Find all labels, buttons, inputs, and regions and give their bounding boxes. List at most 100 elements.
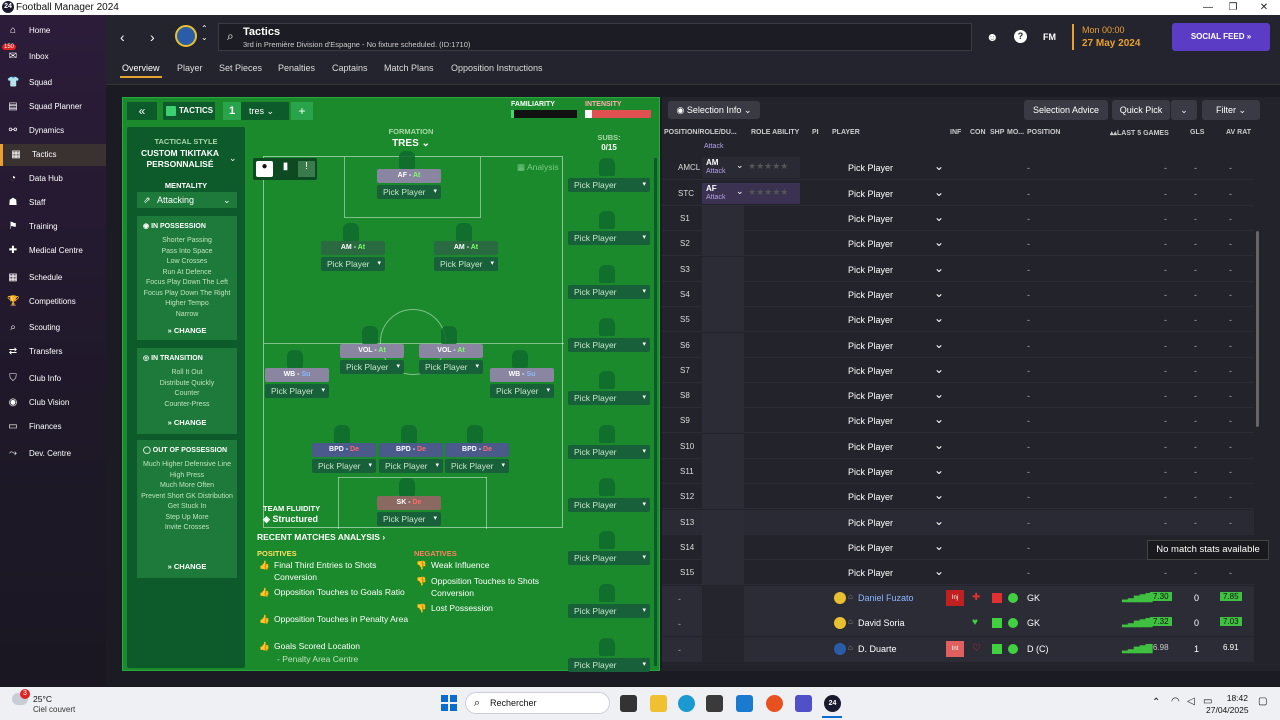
pick-player-dropdown[interactable]: Pick Player	[848, 564, 944, 578]
sidebar-item-medical-centre[interactable]: ✚ Medical Centre	[0, 240, 106, 262]
sub-pick-player-dropdown[interactable]: Pick Player	[568, 337, 650, 352]
role-button-wb[interactable]: WB - Su	[490, 368, 554, 382]
pick-player-dropdown[interactable]: Pick Player	[490, 384, 554, 398]
role-button-vol[interactable]: VOL - At	[340, 344, 404, 358]
table-row[interactable]: S8 Pick Player - - - -	[662, 383, 1254, 409]
sidebar-item-squad-planner[interactable]: ▤ Squad Planner	[0, 96, 106, 118]
clock-date[interactable]: 27/04/2025	[1206, 705, 1249, 715]
sub-pick-player-dropdown[interactable]: Pick Player	[568, 657, 650, 672]
role-button-wb[interactable]: WB - Su	[265, 368, 329, 382]
role-button-am[interactable]: AM - At	[321, 241, 385, 255]
pick-player-dropdown[interactable]: Pick Player	[848, 438, 944, 452]
collapse-button[interactable]: «	[127, 102, 157, 120]
pick-player-dropdown[interactable]: Pick Player	[848, 261, 944, 275]
player-name[interactable]: David Soria	[858, 618, 905, 628]
task-view-icon[interactable]	[620, 695, 637, 712]
player-row[interactable]: - ⌂ Daniel Fuzato Inj ✚ GK ▂▃▅▆▇ 7.30 0 7.85	[662, 585, 1254, 611]
sub-pick-player-dropdown[interactable]: Pick Player	[568, 551, 650, 566]
taskbar-search[interactable]: ⌕ Rechercher	[465, 692, 610, 714]
sidebar-item-data-hub[interactable]: ◔ Data Hub	[0, 168, 106, 190]
role-cell[interactable]: AF Attack ⌄ ★★★★★	[702, 182, 800, 204]
quick-pick-dropdown-icon[interactable]: ⌄	[1171, 100, 1197, 120]
role-cell[interactable]: AM Attack ⌄ ★★★★★	[702, 157, 800, 178]
player-status-tag[interactable]: Inj	[946, 589, 964, 606]
sidebar-item-transfers[interactable]: ⇄ Transfers	[0, 341, 106, 363]
style-dropdown-icon[interactable]: ⌄	[229, 153, 237, 164]
table-row[interactable]: S12 Pick Player - - - -	[662, 484, 1254, 510]
pick-player-dropdown[interactable]: Pick Player	[321, 257, 385, 271]
role-button-am[interactable]: AM - At	[434, 241, 498, 255]
pick-player-dropdown[interactable]: Pick Player	[848, 463, 944, 477]
club-switch-icon[interactable]: ⌃ ⌄	[201, 24, 208, 42]
table-row[interactable]: AMCL AMAttack ⌄ ★★★★★ Pick Player - - - -	[662, 155, 1254, 180]
formation-dropdown[interactable]: TRES ⌄	[369, 138, 453, 149]
sidebar-item-competitions[interactable]: 🏆 Competitions	[0, 291, 106, 313]
table-row[interactable]: S11 Pick Player - - - -	[662, 459, 1254, 484]
in-transition-change[interactable]: » CHANGE	[137, 418, 237, 427]
col-position[interactable]: POSITION	[1027, 129, 1060, 136]
sub-pick-player-dropdown[interactable]: Pick Player	[568, 178, 650, 192]
pick-player-dropdown[interactable]: Pick Player	[445, 459, 509, 473]
social-feed-button[interactable]: SOCIAL FEED »	[1172, 23, 1270, 51]
sidebar-item-schedule[interactable]: ▦ Schedule	[0, 267, 106, 289]
in-transition-box[interactable]: ◎ IN TRANSITION Roll It Out Distribute Qu…	[137, 348, 237, 434]
col-mo[interactable]: MO...	[1007, 129, 1024, 136]
table-row[interactable]: S10 Pick Player - - - -	[662, 433, 1254, 459]
volume-icon[interactable]: ◁	[1187, 696, 1195, 707]
col-shp[interactable]: SHP	[990, 129, 1004, 136]
start-icon[interactable]	[441, 695, 457, 711]
pick-player-dropdown[interactable]: Pick Player	[848, 159, 944, 173]
player-row[interactable]: - ⌂ D. Duarte Int ♡ D (C) ▂▃▅▆▇ 6.98 1 6.91	[662, 636, 1254, 662]
player-row[interactable]: - ⌂ David Soria ♥ GK ▂▃▅▆▇ 7.32 0 7.03	[662, 611, 1254, 636]
pick-player-dropdown[interactable]: Pick Player	[848, 185, 944, 199]
selection-advice-button[interactable]: Selection Advice	[1024, 100, 1108, 120]
file-explorer-icon[interactable]	[650, 695, 667, 712]
tab-opposition-instructions[interactable]: Opposition Instructions	[451, 63, 543, 73]
pick-player-dropdown[interactable]: Pick Player	[340, 360, 404, 374]
table-row[interactable]: S9 Pick Player - - - -	[662, 408, 1254, 434]
role-button-sk[interactable]: SK - De	[377, 496, 441, 510]
forward-arrow-icon[interactable]: ›	[150, 29, 155, 45]
back-arrow-icon[interactable]: ‹	[120, 29, 125, 45]
col-gls[interactable]: GLS	[1190, 129, 1204, 136]
sub-pick-player-dropdown[interactable]: Pick Player	[568, 497, 650, 512]
sidebar-item-tactics[interactable]: ▦ Tactics	[0, 144, 106, 166]
pick-player-dropdown[interactable]: Pick Player	[848, 387, 944, 401]
stats-view-icon[interactable]: ▮	[277, 161, 294, 177]
sidebar-item-club-info[interactable]: ⛉ Club Info	[0, 368, 106, 390]
quick-pick-button[interactable]: Quick Pick	[1112, 100, 1170, 120]
pick-player-dropdown[interactable]: Pick Player	[848, 362, 944, 376]
col-con[interactable]: CON	[970, 129, 986, 136]
role-button-vol[interactable]: VOL - At	[419, 344, 483, 358]
pick-player-dropdown[interactable]: Pick Player	[848, 286, 944, 300]
player-status-tag[interactable]: Int	[946, 640, 964, 657]
tab-overview[interactable]: Overview	[122, 63, 160, 73]
info-view-icon[interactable]: !	[298, 161, 315, 177]
clock-time[interactable]: 18:42	[1220, 693, 1248, 703]
sidebar-item-staff[interactable]: ☗ Staff	[0, 192, 106, 214]
sub-pick-player-dropdown[interactable]: Pick Player	[568, 391, 650, 406]
notification-icon[interactable]: ▢	[1258, 696, 1267, 707]
tab-match-plans[interactable]: Match Plans	[384, 63, 434, 73]
maximize-button[interactable]: ❐	[1219, 0, 1247, 15]
edge-icon[interactable]	[678, 695, 695, 712]
table-row[interactable]: S7 Pick Player - - - -	[662, 357, 1254, 383]
player-view-icon[interactable]: ●	[256, 161, 273, 177]
role-button-af[interactable]: AF - At	[377, 169, 441, 183]
game-date[interactable]: 27 May 2024	[1082, 38, 1140, 49]
intensity-bar[interactable]	[585, 110, 651, 118]
tactic-slot-button[interactable]: 1	[223, 102, 241, 120]
pick-player-dropdown[interactable]: Pick Player	[848, 488, 944, 502]
tactic-name-dropdown[interactable]: tres ⌄	[241, 102, 289, 120]
col-position-role[interactable]: POSITION/ROLE/DU...	[664, 129, 737, 136]
out-of-possession-change[interactable]: » CHANGE	[137, 562, 237, 571]
in-possession-box[interactable]: ◉ IN POSSESSION Shorter Passing Pass Into…	[137, 216, 237, 340]
tab-player[interactable]: Player	[177, 63, 203, 73]
fm-taskbar-icon[interactable]: 24	[824, 695, 841, 712]
table-row[interactable]: STC AFAttack ⌄ ★★★★★ Pick Player - - - -	[662, 181, 1254, 206]
pick-player-dropdown[interactable]: Pick Player	[848, 235, 944, 249]
mentality-dropdown[interactable]: ⇗ Attacking ⌄	[137, 192, 237, 208]
wifi-icon[interactable]: ◠	[1171, 696, 1180, 707]
pick-player-dropdown[interactable]: Pick Player	[848, 210, 944, 224]
pick-player-dropdown[interactable]: Pick Player	[377, 185, 441, 199]
